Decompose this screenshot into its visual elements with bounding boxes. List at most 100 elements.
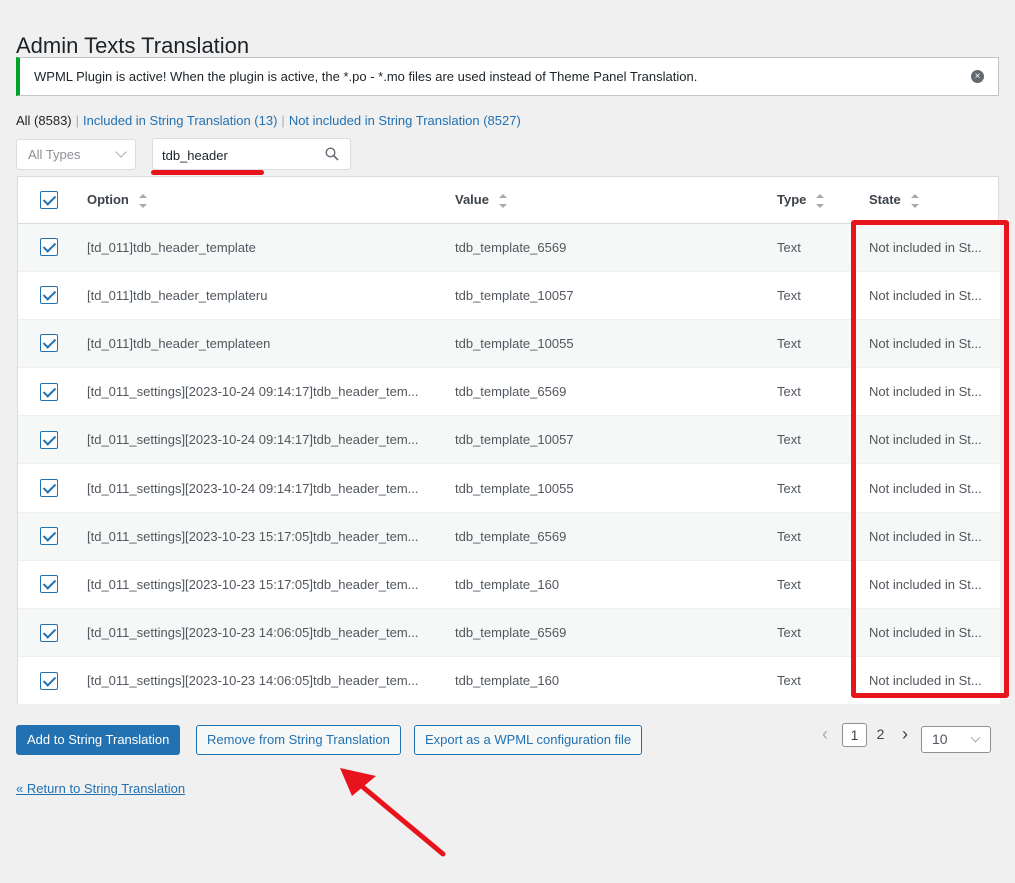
export-wpml-config-button[interactable]: Export as a WPML configuration file: [414, 725, 643, 755]
option-cell: [td_011_settings][2023-10-23 15:17:05]td…: [87, 528, 419, 544]
option-cell: [td_011_settings][2023-10-23 14:06:05]td…: [87, 625, 419, 641]
sort-icon[interactable]: [498, 193, 507, 208]
value-cell: tdb_template_6569: [455, 239, 567, 255]
row-checkbox[interactable]: [40, 527, 58, 546]
page-number-current[interactable]: 1: [842, 723, 867, 747]
state-cell: Not included in St...: [869, 335, 982, 351]
state-cell: Not included in St...: [869, 287, 982, 303]
return-to-string-translation-link[interactable]: « Return to String Translation: [16, 781, 185, 796]
filter-separator: |: [281, 113, 285, 128]
option-cell: [td_011_settings][2023-10-23 15:17:05]td…: [87, 576, 419, 592]
option-cell: [td_011_settings][2023-10-23 14:06:05]td…: [87, 673, 419, 689]
annotation-arrow-icon: [340, 768, 446, 857]
value-cell: tdb_template_10057: [455, 432, 574, 448]
type-cell: Text: [777, 625, 801, 641]
column-header-state[interactable]: State: [868, 177, 1000, 224]
value-cell: tdb_template_10055: [455, 480, 574, 496]
type-cell: Text: [777, 384, 801, 400]
value-cell: tdb_template_160: [455, 576, 560, 592]
row-checkbox[interactable]: [40, 575, 58, 594]
type-cell: Text: [777, 480, 801, 496]
search-input[interactable]: [162, 146, 312, 164]
option-cell: [td_011_settings][2023-10-24 09:14:17]td…: [87, 432, 419, 448]
filter-included[interactable]: Included in String Translation (13): [83, 113, 277, 128]
option-cell: [td_011]tdb_header_template: [87, 239, 256, 255]
next-page-icon[interactable]: ›: [902, 724, 908, 745]
column-header-value[interactable]: Value: [454, 177, 776, 224]
wpml-active-notice: WPML Plugin is active! When the plugin i…: [16, 57, 999, 96]
state-cell: Not included in St...: [869, 625, 982, 641]
state-cell: Not included in St...: [869, 239, 982, 255]
type-cell: Text: [777, 335, 801, 351]
row-checkbox[interactable]: [40, 671, 58, 690]
table-row: [td_011_settings][2023-10-23 14:06:05]td…: [18, 608, 1000, 657]
state-cell: Not included in St...: [869, 384, 982, 400]
close-icon[interactable]: ×: [971, 70, 984, 83]
table-row: [td_011_settings][2023-10-24 09:14:17]td…: [18, 415, 1000, 464]
row-checkbox[interactable]: [40, 479, 58, 498]
type-filter-value: All Types: [28, 147, 81, 162]
view-filters: All (8583) | Included in String Translatio…: [16, 113, 521, 128]
add-to-string-translation-button[interactable]: Add to String Translation: [16, 725, 181, 755]
type-cell: Text: [777, 239, 801, 255]
option-cell: [td_011]tdb_header_templateen: [87, 335, 271, 351]
option-cell: [td_011_settings][2023-10-24 09:14:17]td…: [87, 384, 419, 400]
type-cell: Text: [777, 432, 801, 448]
table-header-row: Option Value Type State: [18, 177, 1000, 224]
column-header-option[interactable]: Option: [86, 177, 454, 224]
row-checkbox[interactable]: [40, 334, 58, 353]
filter-not-included[interactable]: Not included in String Translation (8527…: [289, 113, 521, 128]
option-cell: [td_011]tdb_header_templateru: [87, 287, 268, 303]
per-page-value: 10: [932, 731, 948, 747]
table-row: [td_011]tdb_header_templateen tdb_templa…: [18, 319, 1000, 368]
chevron-down-icon: [970, 732, 981, 743]
select-all-checkbox[interactable]: [40, 190, 58, 209]
value-cell: tdb_template_6569: [455, 384, 567, 400]
type-cell: Text: [777, 576, 801, 592]
search-box[interactable]: [152, 138, 351, 170]
sort-icon[interactable]: [910, 193, 919, 208]
value-cell: tdb_template_10057: [455, 287, 574, 303]
type-cell: Text: [777, 673, 801, 689]
chevron-down-icon: [115, 146, 127, 158]
row-checkbox[interactable]: [40, 623, 58, 642]
table-row: [td_011_settings][2023-10-23 14:06:05]td…: [18, 656, 1000, 705]
value-cell: tdb_template_6569: [455, 528, 567, 544]
row-checkbox[interactable]: [40, 430, 58, 449]
filter-separator: |: [75, 113, 80, 128]
remove-from-string-translation-button[interactable]: Remove from String Translation: [196, 725, 401, 755]
value-cell: tdb_template_6569: [455, 625, 567, 641]
row-checkbox[interactable]: [40, 286, 58, 305]
state-cell: Not included in St...: [869, 576, 982, 592]
value-cell: tdb_template_10055: [455, 335, 574, 351]
state-cell: Not included in St...: [869, 673, 982, 689]
table-row: [td_011_settings][2023-10-23 15:17:05]td…: [18, 560, 1000, 609]
page-title: Admin Texts Translation: [16, 32, 250, 58]
option-cell: [td_011_settings][2023-10-24 09:14:17]td…: [87, 480, 419, 496]
state-cell: Not included in St...: [869, 432, 982, 448]
page-number[interactable]: 2: [868, 723, 893, 747]
per-page-select[interactable]: 10: [921, 726, 991, 753]
sort-icon[interactable]: [816, 193, 825, 208]
search-icon[interactable]: [325, 147, 339, 161]
table-row: [td_011_settings][2023-10-24 09:14:17]td…: [18, 367, 1000, 416]
type-filter-select[interactable]: All Types: [16, 139, 136, 170]
row-checkbox[interactable]: [40, 382, 58, 401]
annotation-underline: [151, 170, 264, 175]
row-checkbox[interactable]: [40, 238, 58, 257]
table-row: [td_011_settings][2023-10-23 15:17:05]td…: [18, 512, 1000, 561]
state-cell: Not included in St...: [869, 528, 982, 544]
strings-table: Option Value Type State [td_011]tdb_head…: [17, 176, 1000, 705]
table-row: [td_011_settings][2023-10-24 09:14:17]td…: [18, 463, 1000, 513]
table-row: [td_011]tdb_header_templateru tdb_templa…: [18, 271, 1000, 320]
sort-icon[interactable]: [138, 193, 147, 208]
value-cell: tdb_template_160: [455, 673, 560, 689]
filter-all[interactable]: All (8583): [16, 113, 72, 128]
type-cell: Text: [777, 528, 801, 544]
notice-text: WPML Plugin is active! When the plugin i…: [34, 69, 698, 84]
state-cell: Not included in St...: [869, 480, 982, 496]
prev-page-icon[interactable]: ‹: [822, 724, 828, 745]
type-cell: Text: [777, 287, 801, 303]
table-row: [td_011]tdb_header_template tdb_template…: [18, 223, 1000, 272]
column-header-type[interactable]: Type: [776, 177, 868, 224]
